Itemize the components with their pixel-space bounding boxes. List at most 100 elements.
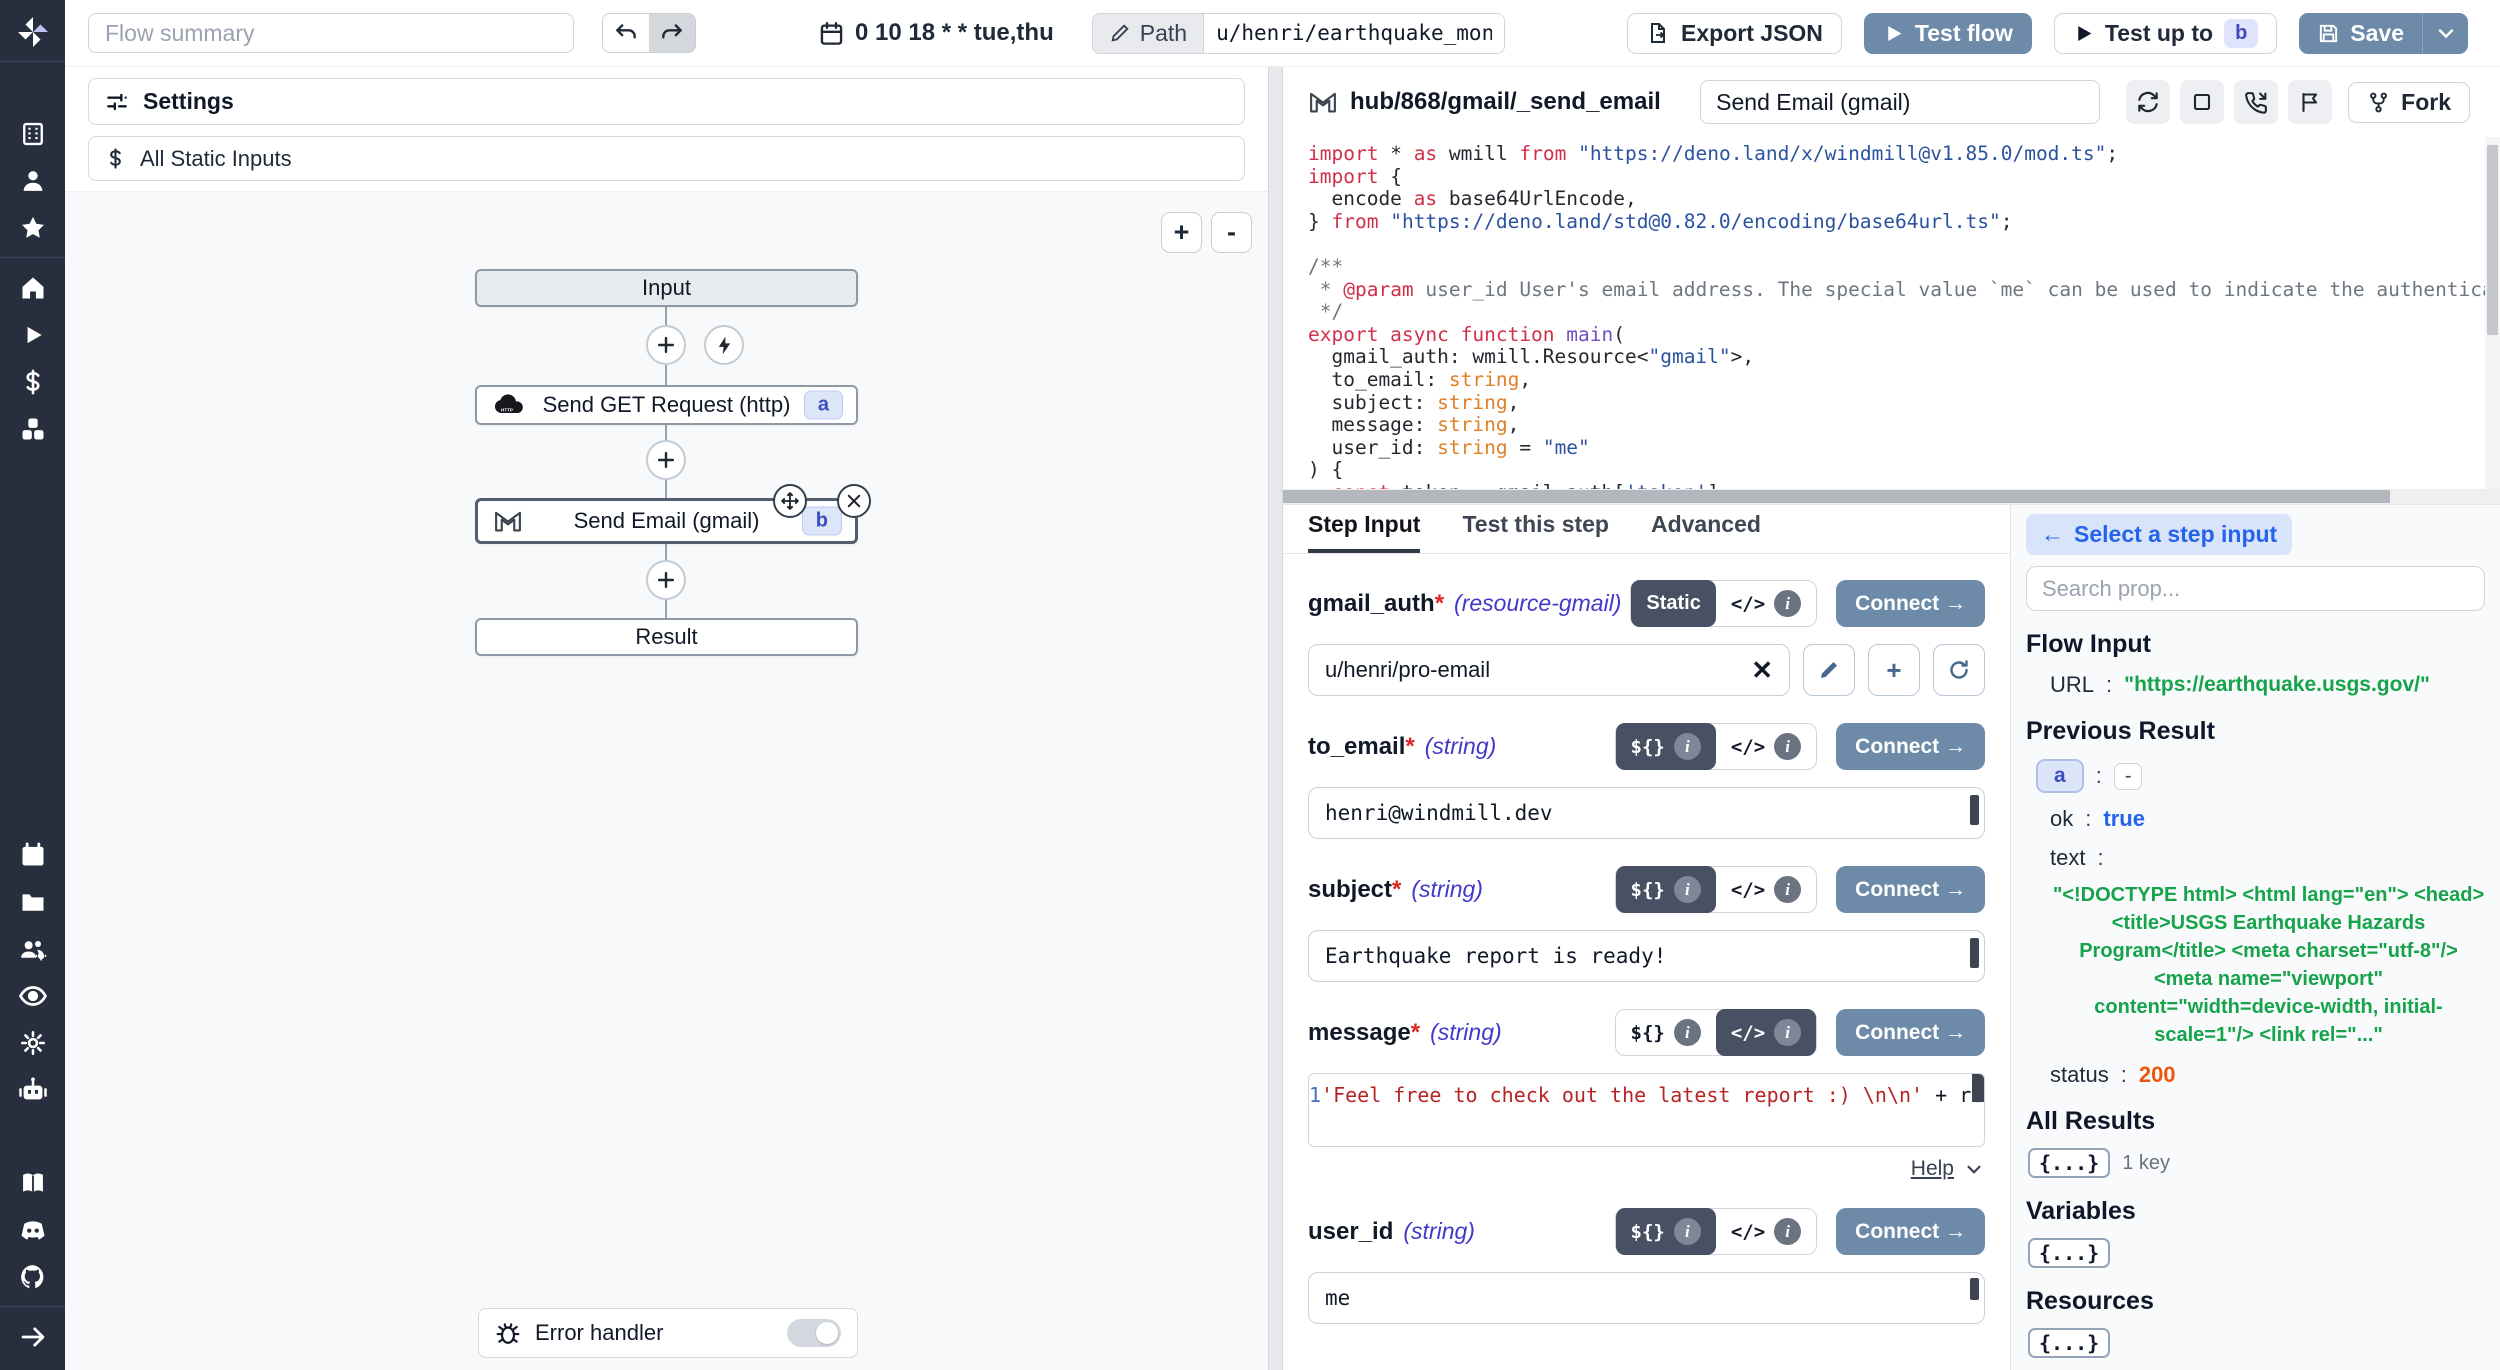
connect-button[interactable]: Connect → [1836, 1208, 1985, 1255]
add-step-button[interactable] [646, 325, 686, 365]
edit-path-button[interactable]: Path [1093, 14, 1204, 53]
variables-dollar-icon[interactable] [0, 358, 65, 405]
mode-template-segment[interactable]: ${}i [1616, 866, 1716, 913]
path-value-input[interactable] [1204, 14, 1504, 53]
github-icon[interactable] [0, 1253, 65, 1300]
mode-code-segment[interactable]: </>i [1716, 1009, 1816, 1056]
panel-resize-handle[interactable] [1268, 67, 1283, 1370]
all-results-object-chip[interactable]: {...} [2028, 1148, 2110, 1178]
error-handler-box[interactable]: Error handler [478, 1308, 858, 1358]
mode-template-segment[interactable]: ${}i [1616, 1208, 1716, 1255]
all-static-inputs-button[interactable]: All Static Inputs [88, 136, 1245, 181]
flow-node-get-request[interactable]: HTTP Send GET Request (http) a [475, 385, 858, 425]
workspace-building-icon[interactable] [0, 110, 65, 157]
docs-book-icon[interactable] [0, 1159, 65, 1206]
add-step-button[interactable] [646, 440, 686, 480]
move-step-button[interactable] [773, 484, 807, 518]
favorites-star-icon[interactable] [0, 204, 65, 251]
home-icon[interactable] [0, 264, 65, 311]
mode-template-segment[interactable]: ${}i [1616, 1009, 1716, 1056]
tab-test-this-step[interactable]: Test this step [1462, 511, 1609, 553]
error-handler-toggle[interactable] [787, 1319, 841, 1347]
webhook-phone-icon[interactable] [2234, 80, 2278, 124]
undo-button[interactable] [603, 14, 649, 52]
windmill-logo-icon[interactable] [0, 8, 65, 55]
prop-value-url[interactable]: "https://earthquake.usgs.gov/" [2124, 673, 2430, 697]
search-prop-input[interactable] [2026, 566, 2485, 611]
flow-summary-input[interactable] [88, 13, 574, 53]
step-name-input[interactable] [1700, 80, 2100, 124]
workers-robot-icon[interactable] [0, 1066, 65, 1113]
add-resource-button[interactable]: + [1868, 644, 1920, 696]
connect-button[interactable]: Connect → [1836, 723, 1985, 770]
schedule-display[interactable]: 0 10 18 * * tue,thu [818, 19, 1054, 47]
connect-button[interactable]: Connect → [1836, 866, 1985, 913]
add-step-button[interactable] [646, 560, 686, 600]
message-expression-editor[interactable]: 1 'Feel free to check out the latest rep… [1308, 1073, 1985, 1147]
mode-code-segment[interactable]: </>i [1716, 723, 1816, 770]
chevron-down-icon[interactable] [1963, 1158, 1985, 1180]
tab-step-input[interactable]: Step Input [1308, 511, 1420, 553]
settings-gear-icon[interactable] [0, 1019, 65, 1066]
user-icon[interactable] [0, 157, 65, 204]
connect-button[interactable]: Connect → [1836, 580, 1985, 627]
add-trigger-bolt-button[interactable] [704, 325, 744, 365]
zoom-out-button[interactable]: - [1211, 212, 1252, 253]
sync-arrows-icon[interactable] [2126, 80, 2170, 124]
refresh-resource-button[interactable] [1933, 644, 1985, 696]
save-button[interactable]: Save [2299, 13, 2422, 54]
discord-icon[interactable] [0, 1206, 65, 1253]
flag-icon[interactable] [2288, 80, 2332, 124]
result-step-badge-a[interactable]: a [2036, 759, 2084, 793]
folders-icon[interactable] [0, 878, 65, 925]
resource-input[interactable]: u/henri/pro-email ✕ [1308, 644, 1790, 696]
connect-button[interactable]: Connect → [1836, 1009, 1985, 1056]
save-more-button[interactable] [2422, 13, 2468, 54]
clear-x-icon[interactable]: ✕ [1751, 657, 1773, 683]
prop-key-status[interactable]: status [2050, 1062, 2109, 1088]
code-horizontal-scrollbar[interactable] [1283, 489, 2500, 504]
expand-arrow-icon[interactable] [0, 1313, 65, 1360]
code-vertical-scrollbar[interactable] [2485, 137, 2500, 489]
audit-eye-icon[interactable] [0, 972, 65, 1019]
schedules-calendar-icon[interactable] [0, 831, 65, 878]
git-fork-icon [2367, 91, 2390, 114]
resources-cubes-icon[interactable] [0, 405, 65, 452]
test-flow-button[interactable]: Test flow [1864, 13, 2032, 54]
edit-resource-button[interactable] [1803, 644, 1855, 696]
prop-key-url[interactable]: URL [2050, 672, 2094, 698]
help-link[interactable]: Help [1911, 1157, 1954, 1181]
mode-template-segment[interactable]: ${}i [1616, 723, 1716, 770]
test-up-to-button[interactable]: Test up to b [2054, 13, 2277, 54]
fork-button[interactable]: Fork [2348, 82, 2470, 123]
mode-code-segment[interactable]: </>i [1716, 580, 1816, 627]
user-id-input[interactable]: me [1308, 1272, 1985, 1324]
prop-value-ok[interactable]: true [2103, 806, 2145, 832]
prop-value-status[interactable]: 200 [2139, 1062, 2176, 1088]
mode-code-segment[interactable]: </>i [1716, 1208, 1816, 1255]
box-icon[interactable] [2180, 80, 2224, 124]
code-editor[interactable]: import * as wmill from "https://deno.lan… [1283, 137, 2500, 489]
delete-step-button[interactable] [837, 484, 871, 518]
export-json-button[interactable]: Export JSON [1627, 13, 1842, 54]
mode-code-segment[interactable]: </>i [1716, 866, 1816, 913]
resources-object-chip[interactable]: {...} [2028, 1328, 2110, 1358]
tab-advanced[interactable]: Advanced [1651, 511, 1761, 553]
flow-node-input[interactable]: Input [475, 269, 858, 307]
prop-key-ok[interactable]: ok [2050, 806, 2073, 832]
prop-key-text[interactable]: text [2050, 845, 2085, 871]
subject-input[interactable]: Earthquake report is ready! [1308, 930, 1985, 982]
runs-play-icon[interactable] [0, 311, 65, 358]
result-collapse-chip[interactable]: - [2114, 763, 2143, 790]
variables-object-chip[interactable]: {...} [2028, 1238, 2110, 1268]
zoom-in-button[interactable]: + [1161, 212, 1202, 253]
flow-settings-button[interactable]: Settings [88, 78, 1245, 125]
to-email-input[interactable]: henri@windmill.dev [1308, 787, 1985, 839]
flow-node-result[interactable]: Result [475, 618, 858, 656]
prop-value-text[interactable]: "<!DOCTYPE html> <html lang="en"> <head>… [2052, 881, 2485, 1049]
flow-node-send-email[interactable]: Send Email (gmail) b [475, 498, 858, 544]
groups-icon[interactable] [0, 925, 65, 972]
redo-button[interactable] [649, 14, 695, 52]
select-step-input-button[interactable]: ← Select a step input [2026, 514, 2292, 555]
mode-static-segment[interactable]: Static [1631, 580, 1715, 627]
